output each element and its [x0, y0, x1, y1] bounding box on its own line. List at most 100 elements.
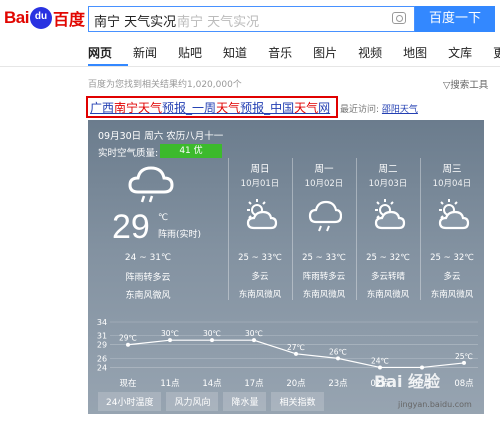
cloud-rain-icon [128, 166, 174, 203]
partly-cloudy-icon [438, 199, 470, 230]
aqi-label: 实时空气质量: [98, 148, 159, 159]
data-point [252, 338, 256, 343]
data-label: 27℃ [287, 343, 305, 352]
watermark: Bai 经验 [374, 372, 441, 391]
nav-tabs: 网页 新闻 贴吧 知道 音乐 图片 视频 地图 文库 更多» [88, 44, 500, 64]
title-segment: 预报_一周 [162, 101, 217, 115]
watermark-url: jingyan.baidu.com [398, 400, 472, 409]
forecast-day[interactable]: 周一 10月02日 25 ~ 33℃ 阵雨转多云东南风微风 [292, 158, 356, 300]
title-segment: 网 [318, 101, 331, 115]
day-date: 10月04日 [432, 179, 472, 189]
data-point [210, 338, 214, 343]
data-label: 29℃ [119, 334, 137, 343]
today-wind: 东南风微风 [125, 291, 171, 301]
result-count: 百度为您找到相关结果约1,020,000个 [88, 80, 242, 90]
day-name: 周二 [378, 164, 398, 175]
tab-3[interactable]: 知道 [223, 44, 247, 64]
x-tick-label: 14点 [202, 379, 222, 388]
x-tick-label: 08点 [454, 379, 474, 388]
day-wind: 东南风微风 [238, 290, 282, 300]
data-point [126, 342, 130, 347]
tab-0[interactable]: 网页 [88, 44, 112, 64]
recent-visit: 最近访问: 邵阳天气 [340, 102, 418, 115]
tab-5[interactable]: 图片 [313, 44, 337, 64]
day-date: 10月02日 [304, 179, 344, 189]
x-tick-label: 现在 [119, 378, 136, 388]
chart-tab[interactable]: 相关指数 [271, 392, 324, 411]
temperature-unit: ℃ [158, 213, 169, 223]
tab-6[interactable]: 视频 [358, 44, 382, 64]
chart-tab[interactable]: 风力风向 [166, 392, 219, 411]
forecast-day[interactable]: 周二 10月03日 25 ~ 32℃ 多云转晴东南风微风 [356, 158, 420, 300]
day-range: 25 ~ 33℃ [238, 253, 282, 263]
chart-tabs: 24小时温度 风力风向 降水量 相关指数 [98, 392, 329, 411]
title-segment: 天气 [294, 101, 319, 115]
data-label: 30℃ [161, 329, 179, 338]
cloud-rain-icon [308, 200, 342, 232]
x-tick-label: 20点 [286, 379, 306, 388]
divider [0, 66, 500, 67]
x-tick-label: 23点 [328, 379, 348, 388]
day-name: 周一 [314, 164, 334, 175]
y-tick-label: 26 [97, 354, 107, 363]
day-condition: 多云 [251, 272, 269, 282]
recent-link[interactable]: 邵阳天气 [382, 105, 418, 115]
day-name: 周三 [442, 164, 462, 175]
chart-tab[interactable]: 降水量 [223, 392, 267, 411]
current-temperature: 29 [112, 208, 150, 246]
tab-7[interactable]: 地图 [403, 44, 427, 64]
data-point [168, 338, 172, 343]
recent-label: 最近访问: [340, 105, 380, 115]
tab-9[interactable]: 更多» [493, 44, 500, 64]
tab-8[interactable]: 文库 [448, 44, 472, 64]
camera-icon[interactable] [392, 12, 406, 24]
day-wind: 东南风微风 [366, 290, 410, 300]
day-condition: 阵雨转多云 [302, 272, 346, 282]
forecast-day[interactable]: 周日 10月01日 25 ~ 33℃ 多云东南风微风 [228, 158, 292, 300]
data-point [336, 356, 340, 361]
baidu-logo[interactable]: Bai du 百度 [4, 6, 85, 30]
tab-2[interactable]: 贴吧 [178, 44, 202, 64]
day-wind: 东南风微风 [302, 290, 346, 300]
partly-cloudy-icon [374, 199, 406, 230]
day-range: 25 ~ 32℃ [430, 253, 474, 263]
tab-1[interactable]: 新闻 [133, 44, 157, 64]
day-condition: 多云 [443, 272, 461, 282]
title-segment: 预报_中国 [240, 101, 295, 115]
forecast-day[interactable]: 周三 10月04日 25 ~ 32℃ 多云东南风微风 [420, 158, 484, 300]
day-date: 10月01日 [240, 179, 280, 189]
chart-tab[interactable]: 24小时温度 [98, 392, 162, 411]
x-tick-label: 11点 [160, 379, 180, 388]
data-label: 26℃ [329, 347, 347, 356]
day-wind: 东南风微风 [430, 290, 474, 300]
title-segment: 南宁 [114, 101, 139, 115]
x-tick-label: 17点 [244, 379, 264, 388]
search-query: 南宁 天气实况 [94, 15, 177, 30]
y-tick-label: 31 [97, 332, 107, 341]
day-condition: 多云转晴 [370, 272, 405, 282]
data-point [294, 351, 298, 356]
data-label: 30℃ [203, 329, 221, 338]
data-point [462, 360, 466, 365]
partly-cloudy-icon [246, 199, 278, 230]
paw-icon: du [29, 7, 52, 29]
y-tick-label: 29 [97, 341, 107, 350]
title-segment: 天气 [138, 101, 163, 115]
result-title-link[interactable]: 广西南宁天气预报_一周天气预报_中国天气网 [90, 99, 330, 116]
search-input[interactable]: 南宁 天气实况 南宁 天气实况 [88, 6, 415, 32]
search-tools-button[interactable]: ▽搜索工具 [443, 77, 488, 91]
tab-4[interactable]: 音乐 [268, 44, 292, 64]
day-date: 10月03日 [368, 179, 408, 189]
title-segment: 广西 [90, 101, 115, 115]
current-condition: 阵雨(实时) [158, 230, 202, 240]
y-tick-label: 24 [97, 363, 107, 372]
day-range: 25 ~ 32℃ [366, 253, 410, 263]
today-condition: 阵雨转多云 [125, 273, 171, 283]
today-range: 24 ~ 31℃ [124, 253, 172, 263]
aqi-badge[interactable]: 41 优 [160, 144, 222, 158]
day-name: 周日 [250, 164, 270, 175]
data-label: 25℃ [455, 352, 473, 361]
day-range: 25 ~ 33℃ [302, 253, 346, 263]
data-label: 30℃ [245, 329, 263, 338]
search-button[interactable]: 百度一下 [415, 6, 495, 32]
